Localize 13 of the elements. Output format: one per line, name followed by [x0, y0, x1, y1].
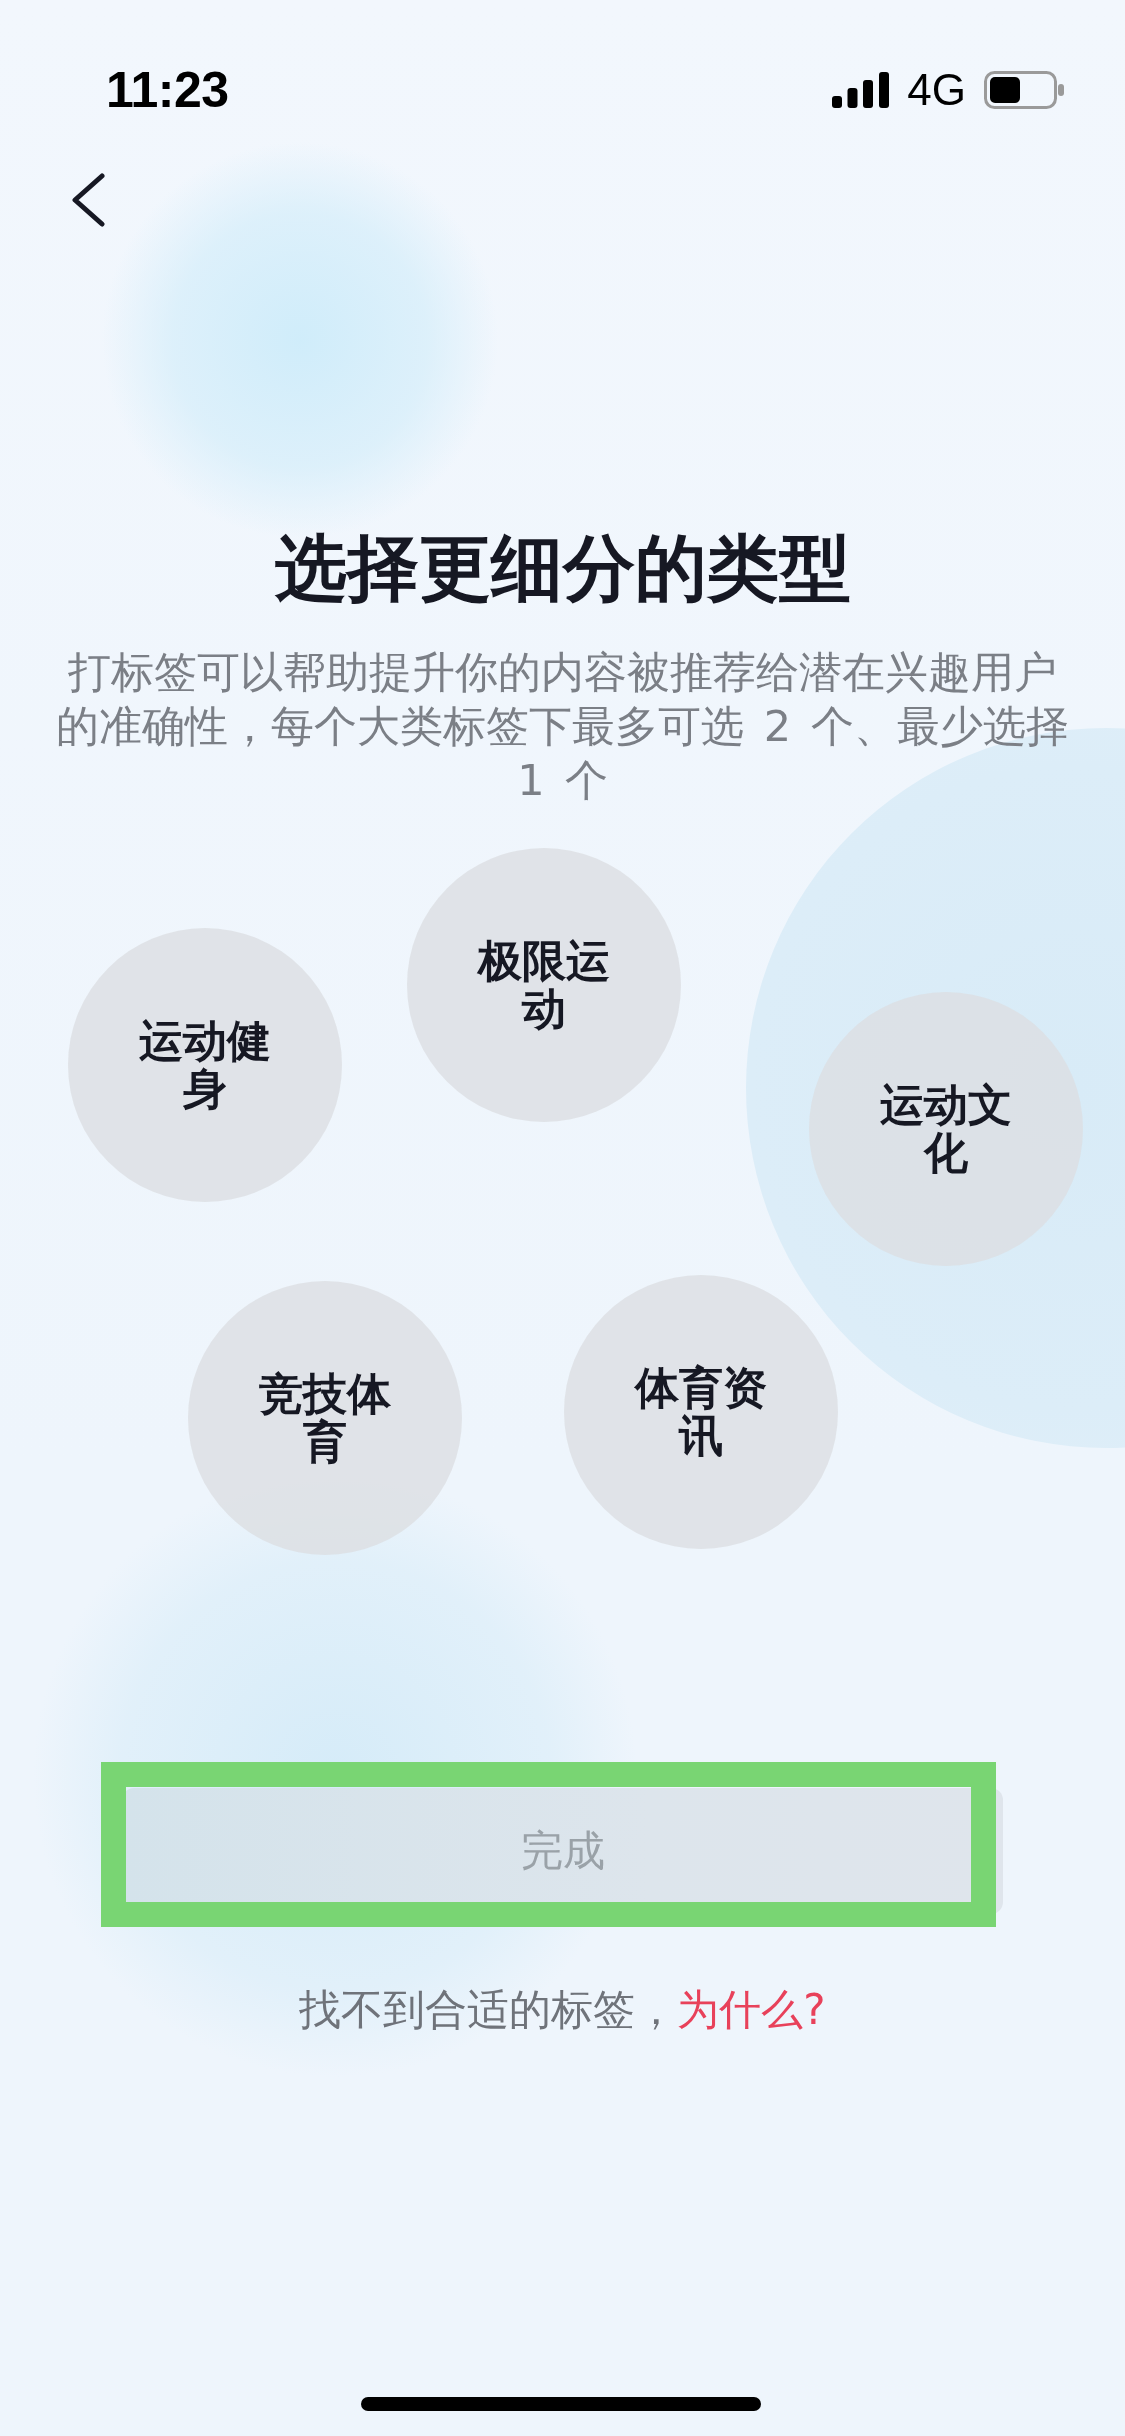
- page-description: 打标签可以帮助提升你的内容被推荐给潜在兴趣用户的准确性，每个大类标签下最多可选 2 个、最少选择 1 个: [54, 646, 1071, 807]
- status-time: 11:23: [106, 65, 229, 115]
- back-icon[interactable]: [71, 173, 105, 227]
- page-title: 选择更细分的类型: [273, 525, 852, 611]
- help-text: 找不到合适的标签，: [299, 1985, 678, 2034]
- why-link[interactable]: 为什么?: [677, 1985, 826, 2034]
- battery-icon: [984, 71, 1064, 109]
- network-label: 4G: [907, 68, 966, 112]
- tag-bubble[interactable]: 极限运动: [407, 848, 681, 1122]
- signal-icon: [832, 72, 890, 108]
- tag-bubble[interactable]: 运动健身: [68, 928, 342, 1202]
- tag-bubble[interactable]: 竞技体育: [188, 1281, 462, 1555]
- tag-bubble[interactable]: 体育资讯: [564, 1275, 838, 1549]
